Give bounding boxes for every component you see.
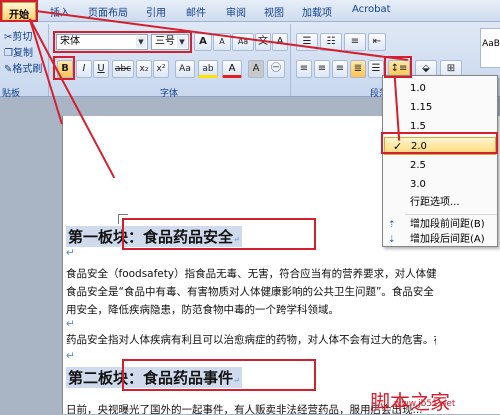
enclose-char-button[interactable]: ㊀: [267, 60, 285, 78]
tab-addins[interactable]: 加载项: [302, 4, 332, 19]
add-space-after-item[interactable]: ⇣ 增加段后间距(A): [384, 233, 496, 247]
heading-section-2[interactable]: 第二板块：食品药品事件↵: [66, 367, 242, 388]
italic-button[interactable]: I: [76, 60, 92, 78]
ribbon-tab-bar: 开始 插入 页面布局 引用 邮件 审阅 视图 加载项 Acrobat: [0, 0, 500, 22]
paragraph-mark: ↵: [66, 350, 75, 362]
chevron-down-icon[interactable]: ▼: [136, 36, 146, 48]
menu-item-line-spacing[interactable]: 1.5: [384, 118, 496, 136]
superscript-button[interactable]: x²: [153, 60, 169, 78]
align-right-button[interactable]: ≡: [332, 60, 348, 78]
check-icon: ✓: [393, 140, 403, 153]
menu-item-line-spacing[interactable]: 1.0: [384, 80, 496, 98]
body-line[interactable]: 食品安全是“食品中有毒、有害物质对人体健康影响的公共卫生问题”。食品安全: [66, 284, 436, 299]
paragraph-mark: ↵: [66, 318, 75, 330]
subscript-button[interactable]: x₂: [136, 60, 152, 78]
underline-button[interactable]: U: [93, 60, 109, 78]
menu-separator: [405, 214, 497, 215]
chevron-down-icon[interactable]: ▼: [177, 36, 187, 48]
multilevel-list-button[interactable]: ≡: [344, 33, 366, 51]
align-left-button[interactable]: ≡: [296, 60, 312, 78]
line-spacing-options-item[interactable]: 行距选项...: [384, 194, 496, 212]
tab-view[interactable]: 视图: [264, 4, 284, 19]
align-center-button[interactable]: ≡: [314, 60, 330, 78]
body-line[interactable]: 用安全，降低疾病隐患，防范食物中毒的一个跨学科领域。: [66, 302, 436, 317]
copy-button[interactable]: ❐复制: [4, 44, 33, 59]
font-color-button[interactable]: A: [222, 60, 242, 78]
paragraph-mark: ↵: [66, 247, 75, 259]
change-case-button[interactable]: Aa: [175, 60, 195, 78]
format-painter-button[interactable]: ✎格式刷: [4, 60, 42, 75]
tab-mailings[interactable]: 邮件: [186, 4, 206, 19]
grow-font-button[interactable]: A: [194, 33, 212, 51]
justify-button[interactable]: ≣: [350, 60, 366, 78]
menu-item-line-spacing[interactable]: 1.15: [384, 99, 496, 117]
tab-references[interactable]: 引用: [146, 4, 166, 19]
styles-gallery[interactable]: AaB: [480, 28, 500, 68]
tab-review[interactable]: 审阅: [226, 4, 246, 19]
highlight-button[interactable]: ab: [198, 60, 218, 78]
line-spacing-menu: 1.0 1.15 1.5 ✓ 2.0 2.5 3.0 行距选项... ⇡ 增加段前间…: [382, 75, 498, 247]
group-divider: [290, 24, 291, 96]
decrease-indent-button[interactable]: ⇤: [368, 33, 386, 51]
margin-corner-mark: [118, 214, 128, 224]
menu-item-line-spacing-selected[interactable]: ✓ 2.0: [384, 137, 496, 155]
heading-section-1[interactable]: 第一板块：食品药品安全↵: [66, 226, 242, 247]
space-before-icon: ⇡: [388, 220, 396, 230]
font-name-combo[interactable]: 宋体 ▼: [56, 34, 148, 50]
font-size-combo[interactable]: 三号 ▼: [151, 34, 189, 50]
strikethrough-button[interactable]: abc: [112, 60, 134, 78]
watermark-url: www.jb51.net: [394, 399, 456, 409]
menu-item-line-spacing[interactable]: 2.5: [384, 157, 496, 175]
add-space-before-item[interactable]: ⇡ 增加段前间距(B): [384, 216, 496, 234]
body-line[interactable]: 食品安全（foodsafety）指食品无毒、无害，符合应当有的营养要求，对人体健…: [66, 266, 436, 281]
char-shading-button[interactable]: A: [248, 60, 264, 78]
body-line[interactable]: 药品安全指对人体疾病有利且可以治愈病症的药物，对人体不会有过大的危害。在: [66, 332, 436, 347]
space-after-icon: ⇣: [388, 235, 396, 245]
copy-icon: ❐: [4, 48, 13, 59]
menu-item-line-spacing[interactable]: 3.0: [384, 176, 496, 194]
tab-acrobat[interactable]: Acrobat: [352, 4, 391, 15]
cut-button[interactable]: ✂剪切: [4, 28, 32, 43]
